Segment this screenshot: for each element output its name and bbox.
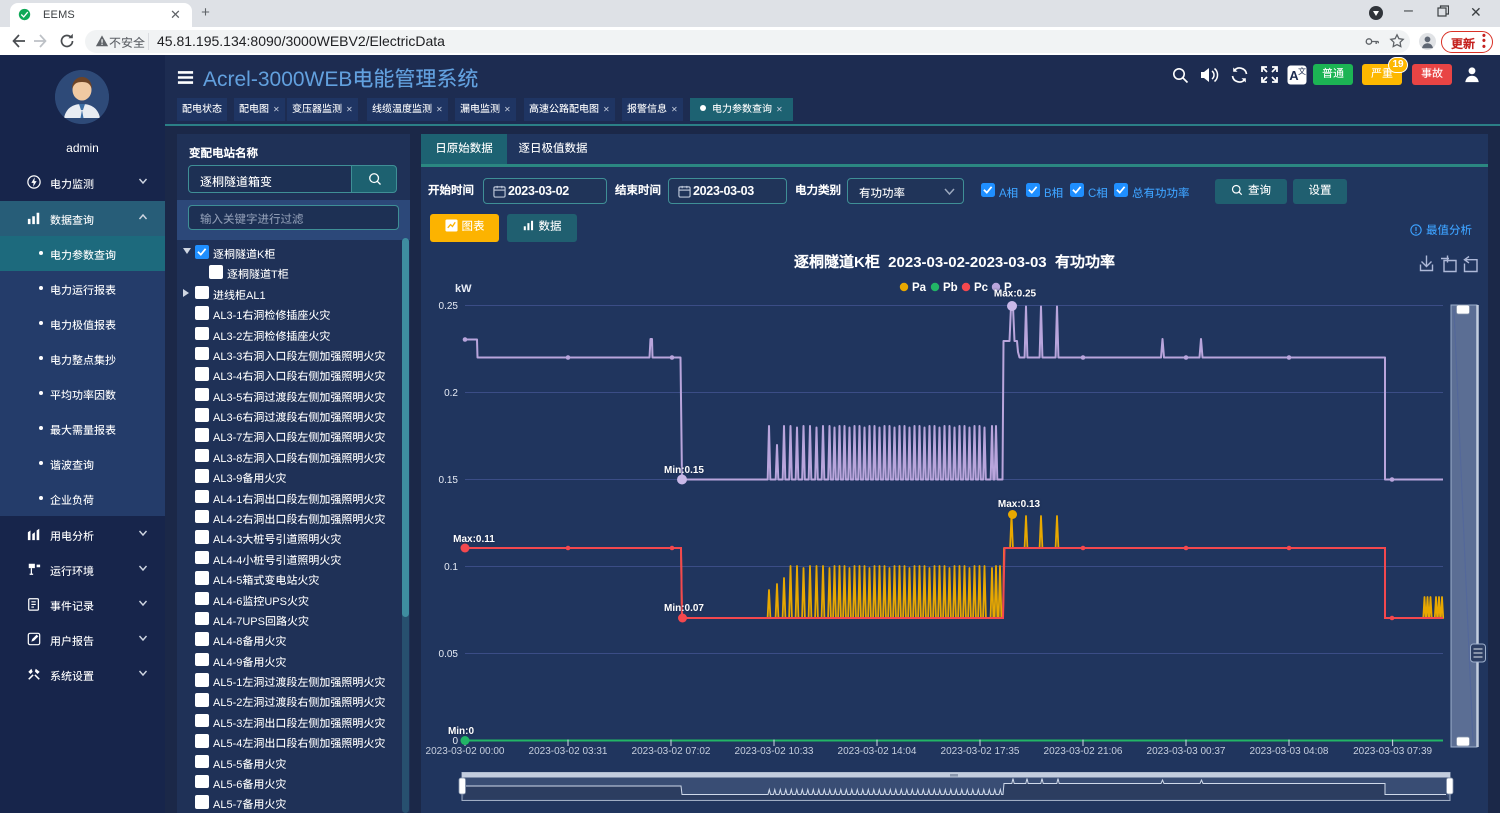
svg-text:Min:0.07: Min:0.07 xyxy=(664,603,704,614)
svg-text:Min:0: Min:0 xyxy=(448,726,475,737)
svg-text:2023-03-02 17:35: 2023-03-02 17:35 xyxy=(941,746,1020,757)
svg-text:Max:0.13: Max:0.13 xyxy=(998,499,1041,510)
svg-text:Pb: Pb xyxy=(943,282,958,294)
svg-text:kW: kW xyxy=(455,283,472,295)
svg-text:0.05: 0.05 xyxy=(439,649,459,660)
svg-text:Max:0.25: Max:0.25 xyxy=(994,289,1037,300)
svg-text:2023-03-03 04:08: 2023-03-03 04:08 xyxy=(1250,746,1329,757)
svg-text:文: 文 xyxy=(1298,66,1306,76)
svg-text:0.25: 0.25 xyxy=(439,301,459,312)
svg-text:2023-03-02 21:06: 2023-03-02 21:06 xyxy=(1044,746,1123,757)
svg-text:0.2: 0.2 xyxy=(444,388,458,399)
svg-text:Pa: Pa xyxy=(912,282,927,294)
svg-text:0.1: 0.1 xyxy=(444,562,458,573)
svg-text:2023-03-02 03:31: 2023-03-02 03:31 xyxy=(529,746,608,757)
svg-text:2023-03-02 10:33: 2023-03-02 10:33 xyxy=(735,746,814,757)
svg-text:2023-03-02 14:04: 2023-03-02 14:04 xyxy=(838,746,917,757)
svg-text:2023-03-02 07:02: 2023-03-02 07:02 xyxy=(632,746,711,757)
svg-text:2023-03-03 07:39: 2023-03-03 07:39 xyxy=(1353,746,1432,757)
svg-text:Pc: Pc xyxy=(974,282,989,294)
svg-text:2023-03-03 00:37: 2023-03-03 00:37 xyxy=(1147,746,1226,757)
svg-text:2023-03-02 00:00: 2023-03-02 00:00 xyxy=(426,746,505,757)
svg-text:Min:0.15: Min:0.15 xyxy=(664,465,704,476)
svg-text:Max:0.11: Max:0.11 xyxy=(453,534,495,545)
svg-text:0.15: 0.15 xyxy=(439,475,459,486)
